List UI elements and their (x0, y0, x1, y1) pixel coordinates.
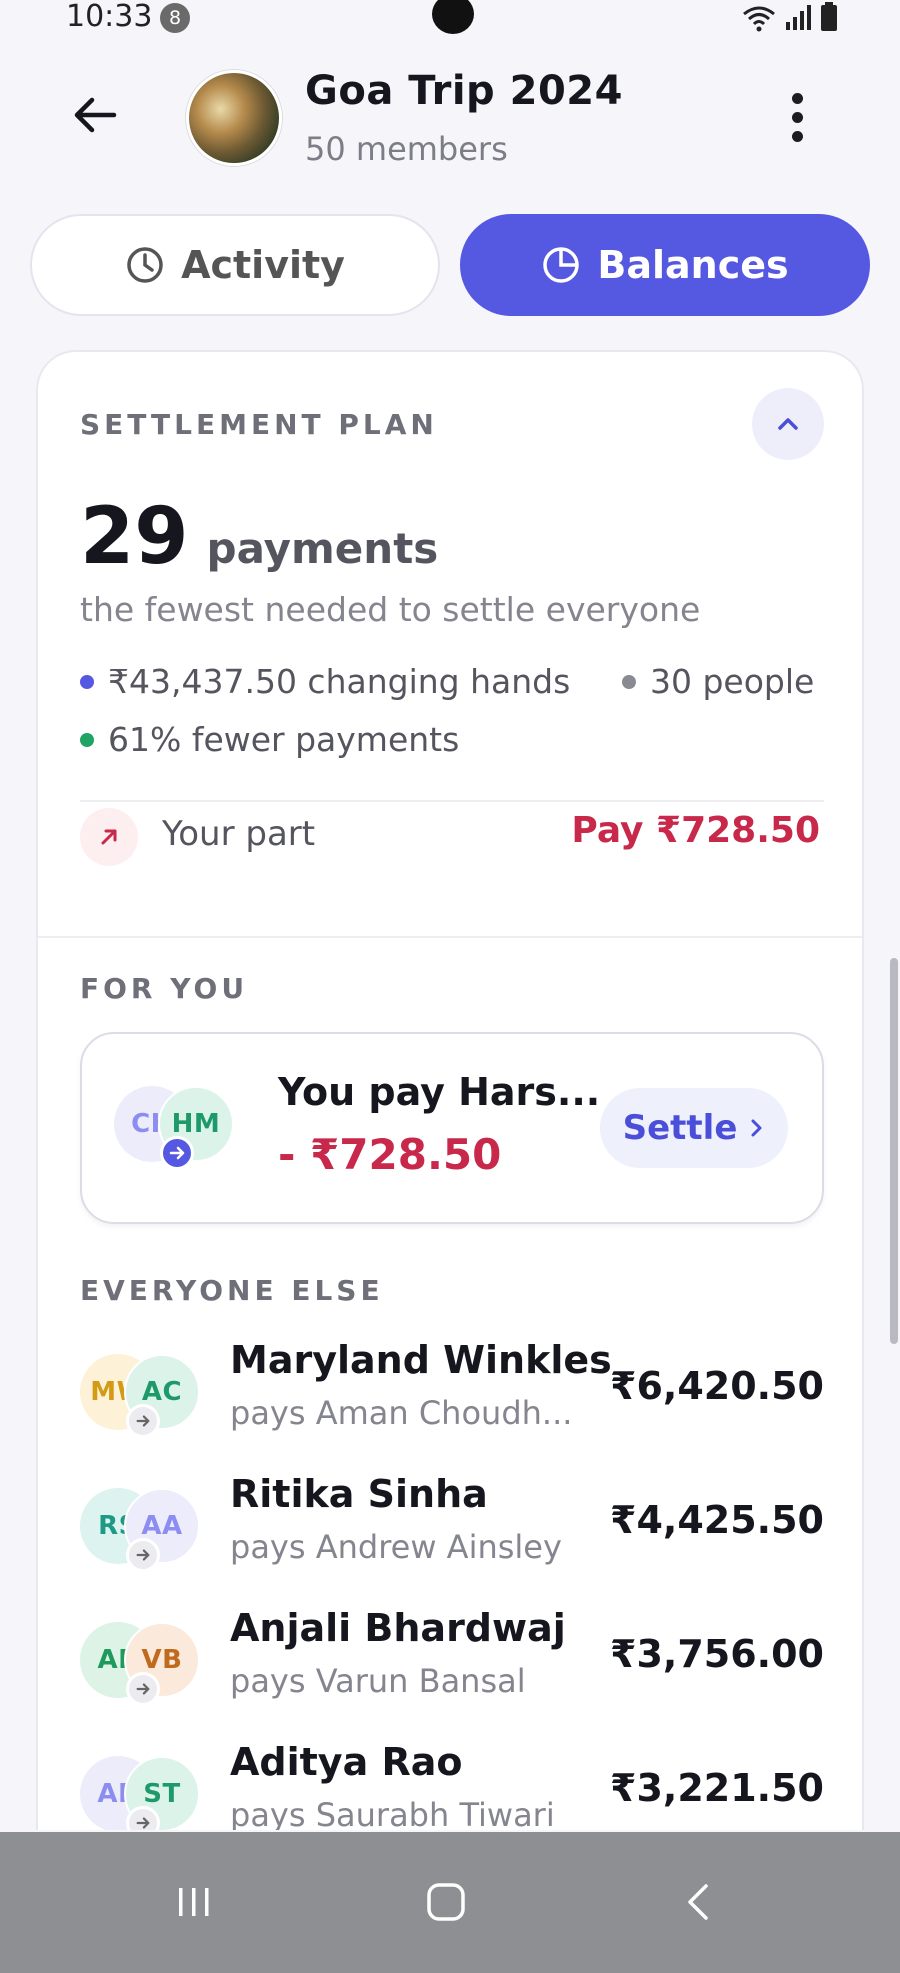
more-dot (791, 112, 803, 123)
row-avatars: MW AC (80, 1354, 210, 1444)
settlement-row[interactable]: AB VB Anjali Bhardwaj pays Varun Bansal … (38, 1600, 862, 1730)
status-time: 10:33 (66, 0, 153, 34)
stat-people: 30 people (622, 662, 814, 701)
payment-amount: ₹3,756.00 (610, 1632, 824, 1676)
payee-text: pays Saurabh Tiwari (230, 1796, 555, 1830)
group-member-count: 50 members (305, 130, 508, 168)
settle-button[interactable]: Settle (600, 1088, 788, 1168)
wifi-icon (742, 4, 776, 36)
chevron-up-icon (778, 418, 798, 430)
payee-text: pays Varun Bansal (230, 1662, 526, 1700)
arrow-up-right-icon (101, 829, 117, 845)
stat-text: 30 people (650, 662, 815, 701)
payee-text: pays Andrew Ainsley (230, 1528, 562, 1566)
collapse-button[interactable] (752, 388, 824, 460)
payer-name: Ritika Sinha (230, 1472, 488, 1516)
status-icons (742, 2, 838, 36)
arrow-right-icon (160, 1136, 194, 1170)
stat-dot (80, 732, 94, 747)
clock-icon (127, 247, 163, 283)
row-avatars: AR ST (80, 1756, 210, 1830)
your-part-amount: Pay ₹728.50 (571, 810, 820, 851)
payer-name: Maryland Winkles (230, 1338, 612, 1382)
chevron-right-icon (751, 1119, 762, 1137)
stat-text: ₹43,437.50 changing hands (108, 662, 571, 701)
more-vertical-icon (791, 93, 803, 104)
for-you-heading: FOR YOU (80, 972, 249, 1005)
stat-dot (80, 674, 94, 689)
stat-fewer-payments: 61% fewer payments (80, 720, 459, 759)
group-avatar[interactable] (186, 70, 282, 166)
pie-chart-icon (543, 247, 580, 283)
notification-badge: 8 (160, 3, 190, 33)
payment-count: 29 payments (80, 492, 438, 582)
payment-amount: ₹6,420.50 (610, 1364, 824, 1408)
divider (80, 800, 824, 802)
battery-icon (820, 2, 838, 36)
row-avatars: RS AA (80, 1488, 210, 1578)
your-payment-card[interactable]: CH HM You pay Hars... - ₹728.50 Settle (80, 1032, 824, 1224)
settlement-plan-heading: SETTLEMENT PLAN (80, 408, 438, 441)
settlement-row[interactable]: RS AA Ritika Sinha pays Andrew Ainsley ₹… (38, 1466, 862, 1596)
payment-count-unit: payments (206, 524, 439, 573)
payment-amount: ₹4,425.50 (610, 1498, 824, 1542)
scrollbar[interactable] (890, 958, 898, 1344)
home-icon (427, 1883, 465, 1921)
more-dot (791, 131, 803, 142)
settle-label: Settle (622, 1108, 738, 1148)
your-payment-amount: - ₹728.50 (278, 1130, 502, 1179)
payment-count-number: 29 (80, 492, 189, 582)
payee-text: pays Aman Choudh... (230, 1394, 573, 1432)
tab-activity[interactable]: Activity (30, 214, 440, 316)
top-app-bar: Goa Trip 2024 50 members (0, 60, 900, 180)
signal-icon (784, 4, 812, 36)
balances-card: SETTLEMENT PLAN 29 payments the fewest n… (36, 350, 864, 1830)
everyone-else-heading: EVERYONE ELSE (80, 1274, 384, 1307)
stat-dot (622, 674, 636, 689)
payment-amount: ₹3,221.50 (610, 1766, 824, 1810)
payer-name: Aditya Rao (230, 1740, 463, 1784)
home-button[interactable] (406, 1872, 486, 1932)
camera-cutout (432, 0, 474, 34)
more-options-button[interactable] (780, 90, 814, 146)
stat-text: 61% fewer payments (108, 720, 460, 759)
tab-activity-label: Activity (181, 243, 345, 287)
your-part-label: Your part (162, 814, 316, 854)
arrow-right-icon (126, 1404, 160, 1438)
payer-name: Anjali Bhardwaj (230, 1606, 566, 1650)
chevron-left-icon (688, 1884, 708, 1920)
arrow-right-icon (126, 1672, 160, 1706)
arrow-right-icon (126, 1538, 160, 1572)
settlement-row[interactable]: AR ST Aditya Rao pays Saurabh Tiwari ₹3,… (38, 1734, 862, 1830)
payer-payee-avatars: CH HM (114, 1086, 244, 1176)
settlement-row[interactable]: MW AC Maryland Winkles pays Aman Choudh.… (38, 1332, 862, 1462)
system-nav-bar (0, 1832, 900, 1973)
tab-balances-label: Balances (597, 243, 789, 287)
your-part-icon-wrap (80, 808, 138, 866)
payment-description: the fewest needed to settle everyone (80, 590, 701, 629)
recent-apps-icon (179, 1888, 209, 1916)
group-title: Goa Trip 2024 (305, 68, 623, 114)
stat-changing-hands: ₹43,437.50 changing hands (80, 662, 570, 701)
arrow-left-icon (74, 97, 117, 133)
your-payment-title: You pay Hars... (278, 1070, 601, 1114)
section-divider (38, 936, 862, 938)
system-back-button[interactable] (658, 1872, 738, 1932)
recent-apps-button[interactable] (154, 1872, 234, 1932)
back-button[interactable] (70, 90, 136, 146)
status-bar: 10:33 8 (0, 0, 900, 38)
tab-balances[interactable]: Balances (460, 214, 870, 316)
row-avatars: AB VB (80, 1622, 210, 1712)
